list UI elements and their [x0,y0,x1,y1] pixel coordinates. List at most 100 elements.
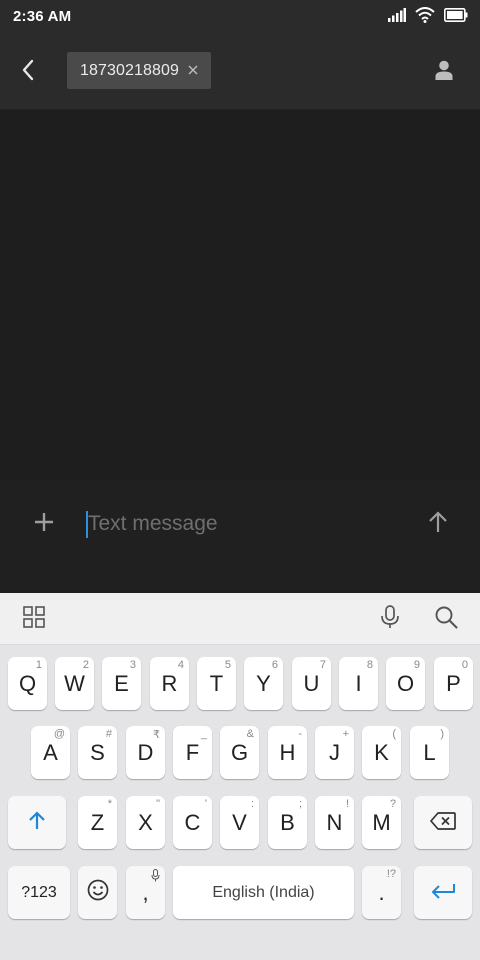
key-label: F [185,739,200,765]
key-t[interactable]: 5T [197,657,236,710]
key-s[interactable]: # S [78,726,117,779]
key-label: Y [256,670,271,696]
recipient-number: 18730218809 [80,61,179,79]
period-key[interactable]: !?. [362,866,401,919]
contact-button[interactable] [428,56,460,88]
key-hint: " [156,798,160,810]
key-label: K [374,739,389,765]
keyboard-menu-button[interactable] [20,605,48,633]
key-u[interactable]: 7U [292,657,331,710]
key-w[interactable]: 2W [55,657,94,710]
key-hint: 2 [82,659,89,671]
attach-button[interactable] [28,508,60,540]
status-bar: 2:36 AM [0,0,480,34]
key-label: I [355,670,362,696]
close-icon[interactable] [185,62,201,78]
key-b[interactable]: ; B [268,796,307,849]
status-time: 2:36 AM [13,8,72,25]
enter-key[interactable] [414,866,472,919]
key-label: E [114,670,129,696]
key-h[interactable]: -H [268,726,307,779]
key-k[interactable]: (K [362,726,401,779]
key-label: C [184,809,201,835]
key-hint: @ [53,728,65,740]
mic-icon [151,869,160,885]
key-e[interactable]: 3E [102,657,141,710]
key-r[interactable]: 4R [150,657,189,710]
keyboard-search-button[interactable] [432,605,460,633]
shift-arrow-icon [27,810,47,836]
key-label: A [43,739,58,765]
key-f[interactable]: _ F [173,726,212,779]
symbols-label: ?123 [21,883,57,901]
wifi-icon [415,6,435,28]
keyboard-toolbar [0,593,480,645]
key-hint: & [246,728,254,740]
key-hint: 7 [319,659,326,671]
shift-key[interactable] [8,796,66,849]
message-input[interactable] [88,509,384,539]
key-n[interactable]: ! N [315,796,354,849]
key-label: U [303,670,320,696]
key-q[interactable]: 1Q [8,657,47,710]
key-i[interactable]: 8I [339,657,378,710]
key-hint: 0 [461,659,468,671]
back-button[interactable] [12,56,44,88]
key-v[interactable]: :V [220,796,259,849]
recipient-chip[interactable]: 18730218809 [67,52,211,89]
key-j[interactable]: + J [315,726,354,779]
space-key[interactable]: English (India) [173,866,354,919]
key-x[interactable]: " X [126,796,165,849]
signal-icon [388,7,406,27]
emoji-icon [87,879,109,907]
key-label: B [280,809,295,835]
space-label: English (India) [212,883,315,901]
key-label: X [138,809,153,835]
emoji-key[interactable] [78,866,117,919]
key-hint: ! [345,798,349,810]
key-c[interactable]: ' C [173,796,212,849]
key-a[interactable]: @ A [31,726,70,779]
comma-key[interactable]: , [126,866,165,919]
key-hint: 4 [177,659,184,671]
key-label: R [161,670,178,696]
key-d[interactable]: ₹ D [126,726,165,779]
key-hint: - [298,728,302,740]
key-label: Z [90,809,105,835]
key-label: H [279,739,296,765]
key-y[interactable]: 6Y [244,657,283,710]
key-label: O [396,670,415,696]
status-icons [388,6,468,28]
key-g[interactable]: & G [220,726,259,779]
key-label: P [446,670,461,696]
voice-input-button[interactable] [376,604,404,634]
search-icon [434,605,458,634]
key-hint: 9 [413,659,420,671]
key-hint: * [107,798,112,810]
key-hint: ? [389,798,396,810]
key-label: G [230,739,249,765]
key-p[interactable]: 0P [434,657,473,710]
key-hint: 6 [271,659,278,671]
message-field [86,509,386,539]
key-hint: _ [200,728,207,740]
key-o[interactable]: 9O [386,657,425,710]
backspace-key[interactable] [414,796,472,849]
key-label: M [372,809,391,835]
soft-keyboard: 1Q 2W 3E 4R 5T 6Y 7U 8I 9O 0P @ A # S ₹ D _… [0,645,480,960]
mic-icon [380,604,400,634]
symbols-key[interactable]: ?123 [8,866,70,919]
send-button[interactable] [422,508,454,540]
compose-bar [0,480,480,593]
key-hint: + [342,728,349,740]
conversation-header: 18730218809 [0,34,480,110]
key-z[interactable]: * Z [78,796,117,849]
key-l[interactable]: ) L [410,726,449,779]
key-hint: 1 [35,659,42,671]
key-m[interactable]: ? M [362,796,401,849]
key-hint: ' [204,798,207,810]
enter-icon [430,880,456,906]
key-hint: ( [392,728,396,740]
key-hint: ₹ [153,729,160,741]
key-label: W [64,670,85,696]
